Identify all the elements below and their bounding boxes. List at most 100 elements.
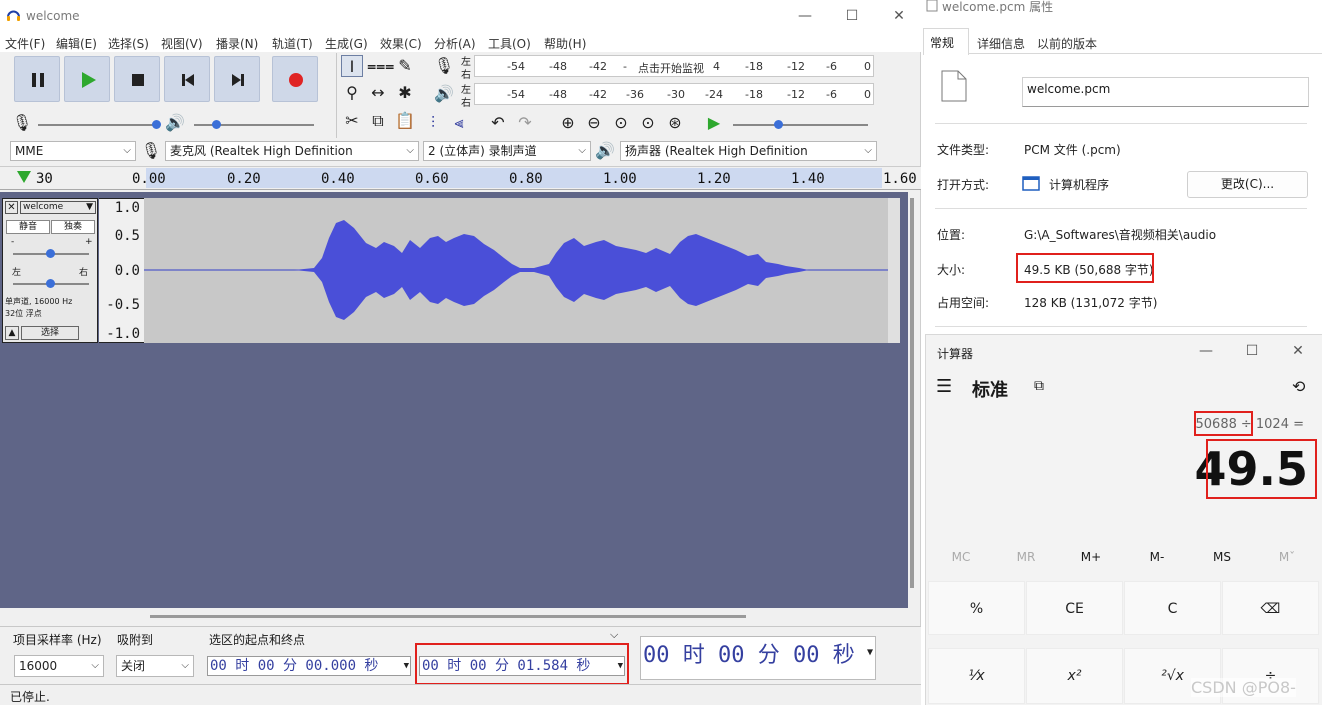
menu-generate[interactable]: 生成(G) <box>325 35 368 52</box>
record-meter-mic-icon[interactable]: 🎙 <box>433 55 455 77</box>
memory-subtract-button[interactable]: M- <box>1124 545 1190 569</box>
menu-tools[interactable]: 工具(O) <box>488 35 531 52</box>
solo-button[interactable]: 独奏 <box>51 220 95 234</box>
opens-with-value: 计算机程序 <box>1049 178 1110 192</box>
zoom-toggle-icon[interactable]: ⊛ <box>664 112 686 134</box>
selection-mode-chevron-icon[interactable]: ⌵ <box>610 628 618 642</box>
zoom-in-icon[interactable]: ⊕ <box>557 112 579 134</box>
multi-tool-icon[interactable]: ✱ <box>394 82 416 104</box>
maximize-icon[interactable]: ☐ <box>1242 341 1262 361</box>
fit-selection-icon[interactable]: ⊙ <box>610 112 632 134</box>
playback-device-select[interactable]: 扬声器 (Realtek High Definition ⌵ <box>620 141 877 161</box>
percent-button[interactable]: % <box>928 581 1025 635</box>
menu-analyze[interactable]: 分析(A) <box>434 35 476 52</box>
track-name-menu[interactable]: welcome ▼ <box>20 201 96 214</box>
stop-button[interactable] <box>114 56 160 102</box>
memory-list-button[interactable]: Mˇ <box>1254 545 1320 569</box>
play-speed-thumb[interactable] <box>774 120 783 129</box>
pan-slider-thumb[interactable] <box>46 279 55 288</box>
menu-transport[interactable]: 播录(N) <box>216 35 258 52</box>
cut-icon[interactable]: ✂ <box>341 110 363 132</box>
copy-icon[interactable]: ⧉ <box>367 110 389 132</box>
selection-start-time[interactable]: 00 时 00 分 00.000 秒 ▼ <box>207 656 411 676</box>
project-rate-value: 16000 <box>19 659 58 673</box>
close-icon[interactable]: ✕ <box>1288 341 1308 361</box>
maximize-icon[interactable]: ☐ <box>842 6 862 26</box>
tab-general[interactable]: 常规 <box>923 28 969 55</box>
zoom-tool-icon[interactable]: ⚲ <box>341 82 363 104</box>
play-button[interactable] <box>64 56 110 102</box>
recording-device-select[interactable]: 麦克风 (Realtek High Definition ⌵ <box>165 141 419 161</box>
clear-entry-button[interactable]: CE <box>1026 581 1123 635</box>
chevron-down-icon: ⌵ <box>123 145 131 156</box>
history-icon[interactable]: ⟲ <box>1292 377 1305 396</box>
reciprocal-button[interactable]: ¹⁄x <box>928 648 1025 704</box>
redo-icon[interactable]: ↷ <box>514 112 536 134</box>
clear-button[interactable]: C <box>1124 581 1221 635</box>
close-icon[interactable]: ✕ <box>889 6 909 26</box>
audio-host-select[interactable]: MME ⌵ <box>10 141 136 161</box>
skip-start-button[interactable] <box>164 56 210 102</box>
snap-to-select[interactable]: 关闭 ⌵ <box>116 655 194 677</box>
menu-icon[interactable]: ☰ <box>936 377 952 397</box>
play-meter-speaker-icon[interactable]: 🔊 <box>433 83 455 105</box>
menu-edit[interactable]: 编辑(E) <box>56 35 97 52</box>
memory-add-button[interactable]: M+ <box>1058 545 1124 569</box>
recording-meter[interactable]: -54 -48 -42 - 点击开始监视 4 -18 -12 -6 0 <box>474 55 874 77</box>
tab-details[interactable]: 详细信息 <box>977 35 1025 52</box>
gain-slider-thumb[interactable] <box>46 249 55 258</box>
paste-icon[interactable]: 📋 <box>394 110 416 132</box>
keep-on-top-icon[interactable]: ⧉ <box>1034 378 1044 394</box>
menu-help[interactable]: 帮助(H) <box>544 35 586 52</box>
menu-select[interactable]: 选择(S) <box>108 35 149 52</box>
recording-volume-thumb[interactable] <box>152 120 161 129</box>
envelope-tool-icon[interactable]: ⩶ <box>367 55 394 77</box>
collapse-track-icon[interactable]: ▲ <box>5 326 19 340</box>
timeshift-tool-icon[interactable]: ↔ <box>367 82 389 104</box>
play-at-speed-icon[interactable]: ▶ <box>703 112 725 134</box>
square-button[interactable]: x² <box>1026 648 1123 704</box>
menu-file[interactable]: 文件(F) <box>5 35 45 52</box>
horizontal-scrollbar[interactable] <box>150 615 746 618</box>
waveform[interactable] <box>144 198 900 343</box>
selection-mode-label: 选区的起点和终点 <box>209 633 306 647</box>
menu-effect[interactable]: 效果(C) <box>380 35 422 52</box>
project-rate-select[interactable]: 16000 ⌵ <box>14 655 104 677</box>
track-close-icon[interactable]: ✕ <box>5 201 18 214</box>
minimize-icon[interactable]: — <box>795 6 815 26</box>
minimize-icon[interactable]: — <box>1196 341 1216 361</box>
select-track-button[interactable]: 选择 <box>21 326 79 340</box>
memory-clear-button[interactable]: MC <box>928 545 994 569</box>
undo-icon[interactable]: ↶ <box>487 112 509 134</box>
menu-tracks[interactable]: 轨道(T) <box>272 35 313 52</box>
recording-channels-select[interactable]: 2 (立体声) 录制声道 ⌵ <box>423 141 591 161</box>
play-meter-right-label: 右 <box>461 98 471 109</box>
rec-meter-right-label: 右 <box>461 70 471 81</box>
fit-project-icon[interactable]: ⊙ <box>637 112 659 134</box>
record-button[interactable] <box>272 56 318 102</box>
playback-meter[interactable]: -54 -48 -42 -36 -30 -24 -18 -12 -6 0 <box>474 83 874 105</box>
recording-volume-slider[interactable] <box>38 124 160 126</box>
skip-end-button[interactable] <box>214 56 260 102</box>
vertical-scrollbar[interactable] <box>910 198 914 588</box>
change-program-button[interactable]: 更改(C)... <box>1187 171 1308 198</box>
tab-previous-versions[interactable]: 以前的版本 <box>1037 35 1097 52</box>
record-icon <box>289 73 303 87</box>
zoom-out-icon[interactable]: ⊖ <box>583 112 605 134</box>
trim-audio-icon[interactable]: ⫶ <box>422 112 444 134</box>
memory-recall-button[interactable]: MR <box>993 545 1059 569</box>
audio-position-time[interactable]: 00 时 00 分 00 秒 ▼ <box>643 641 873 671</box>
selection-tool-icon[interactable]: I <box>341 55 363 77</box>
draw-tool-icon[interactable]: ✎ <box>394 55 416 77</box>
play-speed-slider[interactable] <box>733 124 868 126</box>
timeline-options-icon[interactable] <box>16 170 32 184</box>
silence-audio-icon[interactable]: ⫷ <box>448 112 470 134</box>
memory-store-button[interactable]: MS <box>1189 545 1255 569</box>
menu-view[interactable]: 视图(V) <box>161 35 203 52</box>
pause-button[interactable] <box>14 56 60 102</box>
filename-field[interactable]: welcome.pcm <box>1022 77 1309 107</box>
vertical-ruler[interactable]: 1.0 0.5 0.0 -0.5 -1.0 <box>99 198 144 343</box>
mute-button[interactable]: 静音 <box>6 220 50 234</box>
playback-volume-thumb[interactable] <box>212 120 221 129</box>
backspace-button[interactable]: ⌫ <box>1222 581 1319 635</box>
